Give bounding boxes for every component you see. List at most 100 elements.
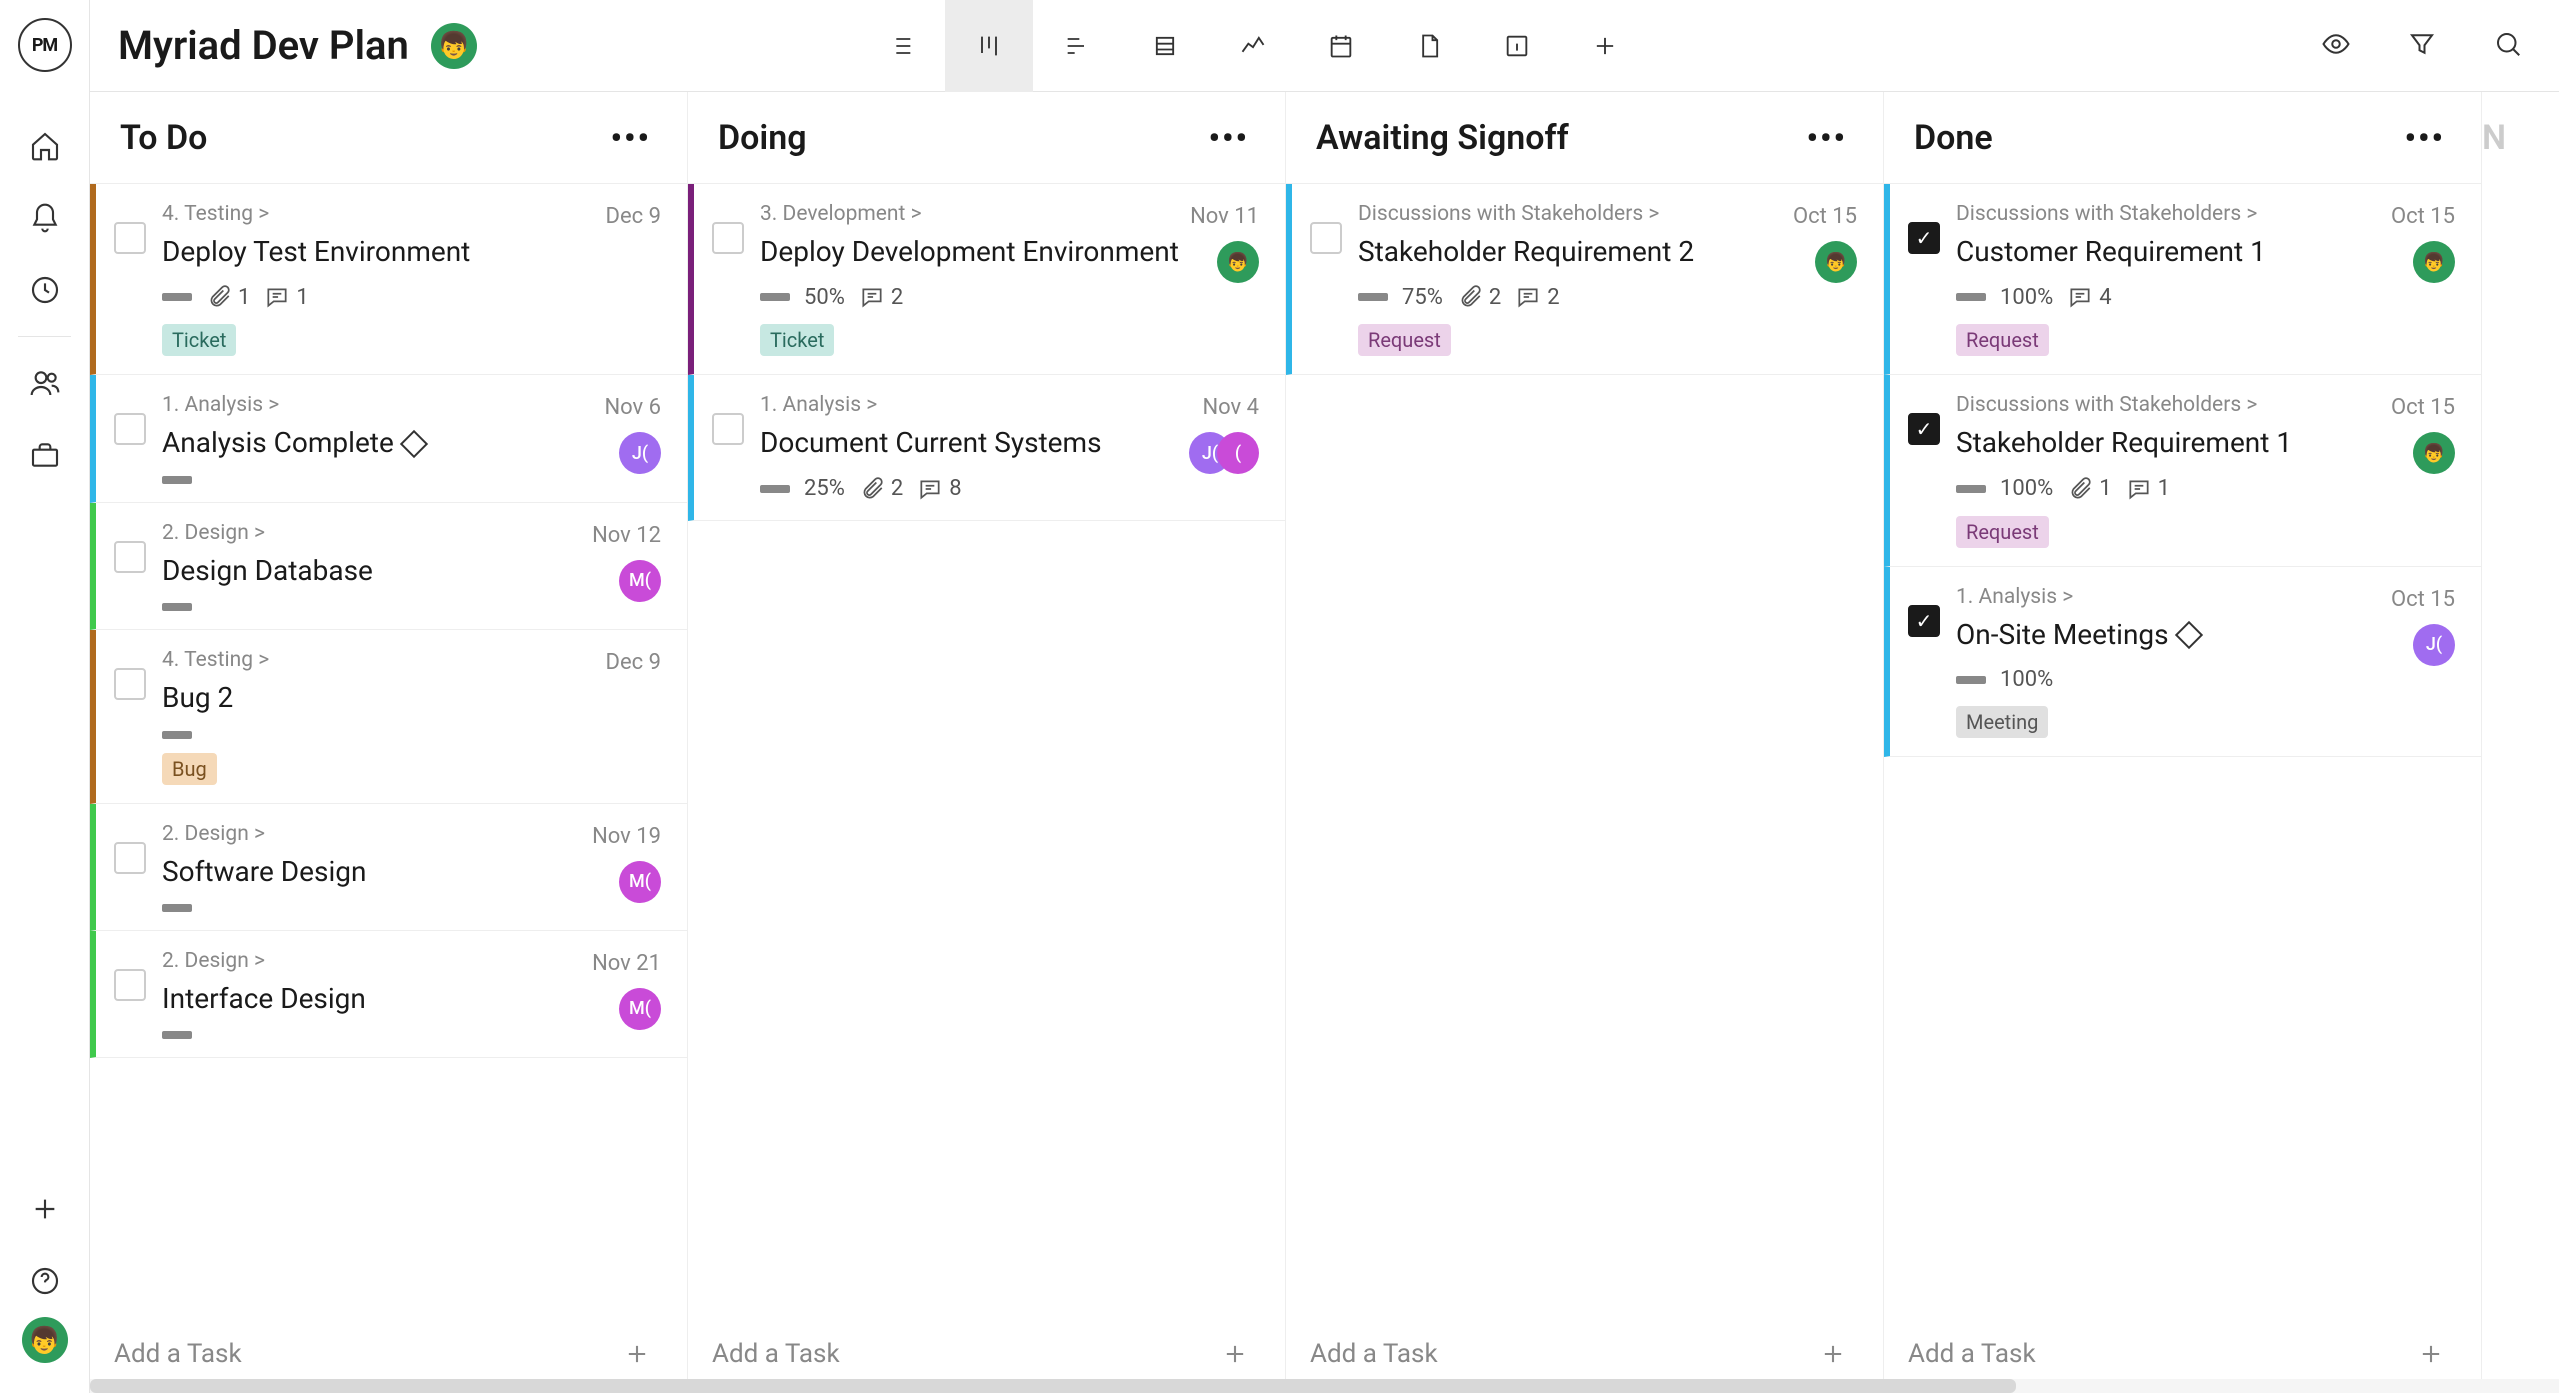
task-breadcrumb[interactable]: 2. Design > [162, 949, 661, 973]
task-checkbox[interactable] [712, 413, 744, 445]
assignee-avatars[interactable]: 👦 [1217, 241, 1259, 283]
task-checkbox[interactable] [114, 668, 146, 700]
task-breadcrumb[interactable]: 2. Design > [162, 521, 661, 545]
comment-icon[interactable]: 2 [859, 284, 903, 310]
assignee-avatars[interactable]: J(( [1189, 432, 1259, 474]
assignee-avatar[interactable]: M( [619, 988, 661, 1030]
task-card[interactable]: 2. Design >Interface DesignNov 21M( [90, 931, 687, 1058]
task-breadcrumb[interactable]: Discussions with Stakeholders > [1956, 202, 2455, 226]
task-checkbox[interactable] [114, 969, 146, 1001]
task-checkbox[interactable] [712, 222, 744, 254]
briefcase-icon[interactable] [27, 437, 63, 473]
column-title[interactable]: Doing [718, 118, 807, 158]
task-tag[interactable]: Request [1956, 516, 2049, 548]
assignee-avatar[interactable]: 👦 [1217, 241, 1259, 283]
column-title[interactable]: To Do [120, 118, 207, 158]
column-title[interactable]: Awaiting Signoff [1316, 118, 1569, 158]
task-card[interactable]: ✓Discussions with Stakeholders >Customer… [1884, 184, 2481, 375]
column-menu-icon[interactable]: ••• [611, 119, 652, 157]
comment-icon[interactable]: 8 [917, 476, 961, 502]
task-breadcrumb[interactable]: 2. Design > [162, 822, 661, 846]
assignee-avatars[interactable]: J( [2413, 624, 2455, 666]
task-checkbox[interactable] [114, 842, 146, 874]
horizontal-scrollbar[interactable] [90, 1379, 2559, 1393]
assignee-avatar[interactable]: M( [619, 560, 661, 602]
task-checkbox[interactable] [114, 222, 146, 254]
assignee-avatar[interactable]: 👦 [2413, 241, 2455, 283]
task-breadcrumb[interactable]: 1. Analysis > [1956, 585, 2455, 609]
view-list-icon[interactable] [857, 0, 945, 92]
task-card[interactable]: 1. Analysis >Analysis CompleteNov 6J( [90, 375, 687, 502]
eye-icon[interactable] [2321, 29, 2351, 63]
app-logo[interactable]: PM [18, 18, 72, 72]
task-checkbox[interactable]: ✓ [1908, 413, 1940, 445]
plus-icon[interactable] [27, 1191, 63, 1227]
assignee-avatars[interactable]: M( [619, 988, 661, 1030]
assignee-avatars[interactable]: 👦 [2413, 432, 2455, 474]
view-board-icon[interactable] [945, 0, 1033, 92]
attachment-icon[interactable]: 1 [206, 284, 250, 310]
attachment-icon[interactable]: 1 [2067, 476, 2111, 502]
view-add-icon[interactable] [1561, 0, 1649, 92]
column-title[interactable]: Done [1914, 118, 1993, 158]
user-avatar[interactable]: 👦 [22, 1317, 68, 1363]
column-menu-icon[interactable]: ••• [1807, 119, 1848, 157]
view-chart-icon[interactable] [1209, 0, 1297, 92]
clock-icon[interactable] [27, 272, 63, 308]
view-doc-icon[interactable] [1385, 0, 1473, 92]
task-card[interactable]: ✓Discussions with Stakeholders >Stakehol… [1884, 375, 2481, 566]
people-icon[interactable] [27, 365, 63, 401]
view-calendar-icon[interactable] [1297, 0, 1385, 92]
task-breadcrumb[interactable]: 1. Analysis > [760, 393, 1259, 417]
task-tag[interactable]: Request [1956, 324, 2049, 356]
task-card[interactable]: 4. Testing >Bug 2BugDec 9 [90, 630, 687, 803]
task-tag[interactable]: Ticket [760, 324, 834, 356]
task-breadcrumb[interactable]: 1. Analysis > [162, 393, 661, 417]
assignee-avatar[interactable]: 👦 [1815, 241, 1857, 283]
task-breadcrumb[interactable]: Discussions with Stakeholders > [1956, 393, 2455, 417]
assignee-avatars[interactable]: J( [619, 432, 661, 474]
comment-icon[interactable]: 2 [1515, 284, 1559, 310]
task-breadcrumb[interactable]: 4. Testing > [162, 202, 661, 226]
assignee-avatars[interactable]: 👦 [2413, 241, 2455, 283]
assignee-avatars[interactable]: M( [619, 861, 661, 903]
comment-icon[interactable]: 1 [264, 284, 308, 310]
bell-icon[interactable] [27, 200, 63, 236]
task-tag[interactable]: Meeting [1956, 706, 2048, 738]
assignee-avatars[interactable]: M( [619, 560, 661, 602]
task-checkbox[interactable] [1310, 222, 1342, 254]
assignee-avatar[interactable]: J( [619, 432, 661, 474]
task-card[interactable]: 4. Testing >Deploy Test Environment11Tic… [90, 184, 687, 375]
task-card[interactable]: 2. Design >Software DesignNov 19M( [90, 804, 687, 931]
comment-icon[interactable]: 4 [2067, 284, 2111, 310]
task-card[interactable]: 1. Analysis >Document Current Systems25%… [688, 375, 1285, 520]
attachment-icon[interactable]: 2 [1457, 284, 1501, 310]
view-panel-icon[interactable] [1473, 0, 1561, 92]
view-table-icon[interactable] [1121, 0, 1209, 92]
task-breadcrumb[interactable]: Discussions with Stakeholders > [1358, 202, 1857, 226]
task-checkbox[interactable] [114, 413, 146, 445]
task-tag[interactable]: Ticket [162, 324, 236, 356]
assignee-avatar[interactable]: ( [1217, 432, 1259, 474]
task-card[interactable]: Discussions with Stakeholders >Stakehold… [1286, 184, 1883, 375]
assignee-avatar[interactable]: 👦 [2413, 432, 2455, 474]
task-checkbox[interactable]: ✓ [1908, 222, 1940, 254]
search-icon[interactable] [2493, 29, 2523, 63]
task-checkbox[interactable]: ✓ [1908, 605, 1940, 637]
task-breadcrumb[interactable]: 4. Testing > [162, 648, 661, 672]
assignee-avatars[interactable]: 👦 [1815, 241, 1857, 283]
column-menu-icon[interactable]: ••• [2405, 119, 2446, 157]
task-checkbox[interactable] [114, 541, 146, 573]
home-icon[interactable] [27, 128, 63, 164]
column-menu-icon[interactable]: ••• [1209, 119, 1250, 157]
task-card[interactable]: 2. Design >Design DatabaseNov 12M( [90, 503, 687, 630]
task-tag[interactable]: Request [1358, 324, 1451, 356]
task-breadcrumb[interactable]: 3. Development > [760, 202, 1259, 226]
assignee-avatar[interactable]: J( [2413, 624, 2455, 666]
help-icon[interactable] [27, 1263, 63, 1299]
assignee-avatar[interactable]: M( [619, 861, 661, 903]
comment-icon[interactable]: 1 [2126, 476, 2170, 502]
view-gantt-icon[interactable] [1033, 0, 1121, 92]
task-card[interactable]: ✓1. Analysis >On-Site Meetings100%Meetin… [1884, 567, 2481, 757]
project-owner-avatar[interactable]: 👦 [431, 23, 477, 69]
